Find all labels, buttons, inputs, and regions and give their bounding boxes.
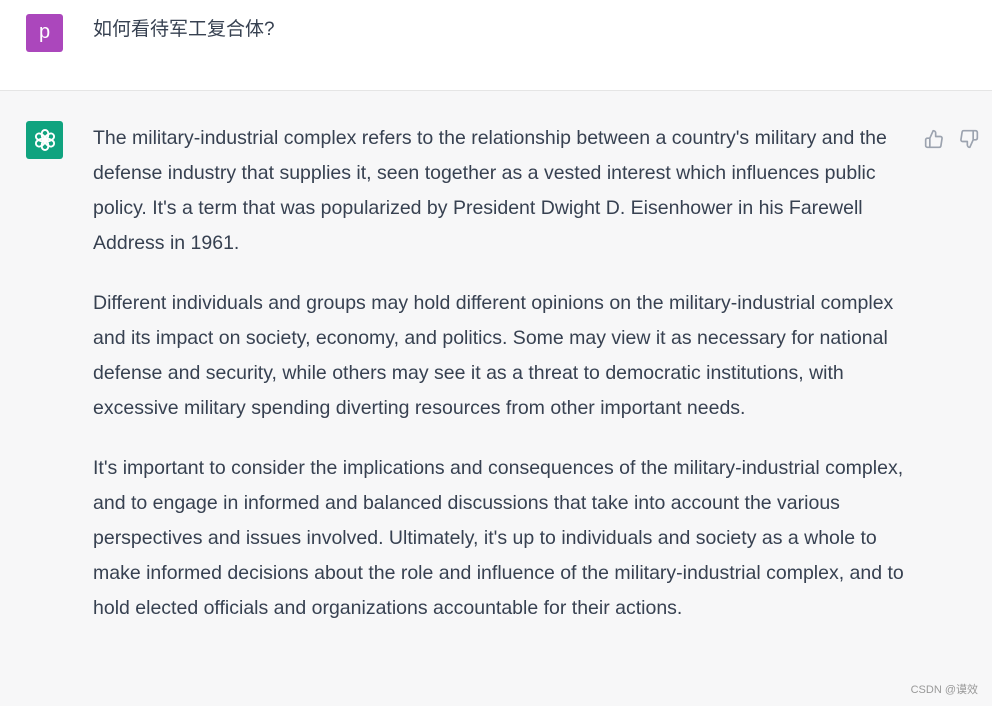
openai-logo-icon (34, 129, 55, 151)
user-message-row: p 如何看待军工复合体? (0, 0, 992, 91)
thumbs-down-button[interactable] (957, 127, 981, 151)
assistant-answer: The military-industrial complex refers t… (93, 121, 905, 651)
assistant-avatar (26, 121, 63, 159)
watermark: CSDN @谟效 (910, 684, 978, 696)
answer-paragraph-3: It's important to consider the implicati… (93, 457, 904, 619)
thumbs-down-icon (960, 129, 979, 149)
answer-paragraph-2: Different individuals and groups may hol… (93, 292, 894, 419)
answer-paragraph-1: The military-industrial complex refers t… (93, 127, 887, 254)
thumbs-up-icon (924, 129, 943, 149)
user-question: 如何看待军工复合体? (93, 19, 275, 40)
thumbs-up-button[interactable] (922, 127, 946, 151)
assistant-message-row: The military-industrial complex refers t… (0, 91, 992, 706)
user-avatar: p (26, 14, 63, 52)
